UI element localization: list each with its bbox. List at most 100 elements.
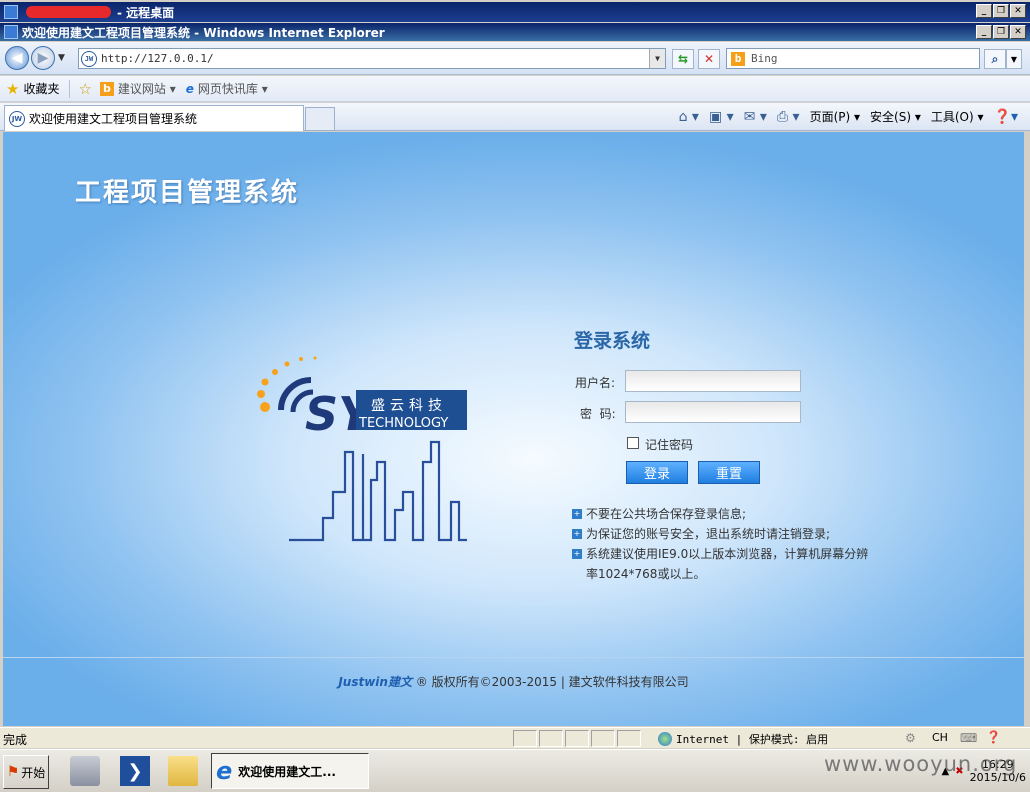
url-dropdown-icon[interactable]: ▼ [649, 49, 665, 68]
list-item: + 不要在公共场合保存登录信息; [572, 507, 747, 521]
history-dropdown-icon[interactable]: ▼ [58, 53, 65, 63]
remote-desktop-icon [4, 5, 18, 19]
list-item-continued: 率1024*768或以上。 [586, 567, 706, 581]
remember-password-checkbox[interactable] [627, 437, 639, 449]
login-title: 登录系统 [574, 330, 651, 352]
task-ie-window[interactable]: e 欢迎使用建文工... [211, 753, 369, 789]
url-field[interactable]: JW http://127.0.0.1/ ▼ [78, 48, 666, 69]
divider [69, 79, 71, 98]
username-field[interactable] [625, 370, 801, 392]
status-text: 完成 [3, 733, 28, 747]
ie-titlebar: 欢迎使用建文工程项目管理系统 - Windows Internet Explor… [0, 23, 1030, 41]
suggested-sites-link[interactable]: b 建议网站 ▾ [99, 80, 176, 97]
windows-flag-icon: ⚑ [6, 764, 20, 780]
tab-label: 欢迎使用建文工程项目管理系统 [29, 112, 198, 126]
mail-icon[interactable]: ✉ ▾ [744, 109, 767, 125]
safety-menu[interactable]: 安全(S) ▾ [870, 108, 921, 125]
password-field[interactable] [625, 401, 801, 423]
watermark: www.wooyun.org [824, 752, 1018, 776]
page-content: 工程项目管理系统 SY 盛云科技 TECHNOLOGY 登录系统 用户名: 密 … [3, 132, 1024, 726]
zone-text: Internet | 保护模式: 启用 [676, 733, 829, 746]
page-footer: Justwin建文 ® 版权所有©2003-2015 | 建文软件科技有限公司 [3, 673, 1024, 690]
favorites-label: 收藏夹 [23, 82, 60, 96]
page-menu[interactable]: 页面(P) ▾ [810, 108, 860, 125]
refresh-button[interactable]: ⇆ [672, 49, 694, 69]
logo-company-en: TECHNOLOGY [358, 416, 448, 431]
home-icon[interactable]: ⌂ ▾ [679, 109, 699, 125]
system-title: 工程项目管理系统 [75, 178, 300, 208]
restore-button[interactable]: ❐ [993, 4, 1009, 18]
tools-menu[interactable]: 工具(O) ▾ [931, 108, 984, 125]
feeds-icon[interactable]: ▣ ▾ [709, 109, 734, 125]
back-arrow-icon: ◀ [11, 50, 23, 66]
ie-window-title: 欢迎使用建文工程项目管理系统 - Windows Internet Explor… [22, 25, 385, 40]
help-icon[interactable]: ❓▾ [994, 109, 1018, 125]
powershell-icon[interactable]: ❯ [120, 756, 150, 786]
list-item: + 为保证您的账号安全，退出系统时请注销登录; [572, 527, 831, 541]
tools-small-icon[interactable]: ⚙ [905, 731, 916, 745]
favorites-bar: ★ 收藏夹 ☆ b 建议网站 ▾ e 网页快讯库 ▾ [0, 76, 1030, 102]
minimize-button[interactable]: _ [976, 4, 992, 18]
remote-desktop-titlebar: - 远程桌面 _ ❐ ✕ [0, 2, 1030, 22]
add-favorite-icon[interactable]: ☆ [78, 80, 91, 98]
site-favicon-icon: JW [9, 110, 25, 127]
list-item: + 系统建议使用IE9.0以上版本浏览器，计算机屏幕分辨 [572, 547, 869, 561]
site-favicon-icon: JW [81, 50, 97, 67]
print-icon[interactable]: ⎙ ▾ [777, 109, 800, 125]
help-icon[interactable]: ❓ [986, 730, 1001, 744]
status-cell [513, 730, 537, 747]
search-button[interactable]: ⌕ [984, 49, 1006, 69]
back-button[interactable]: ◀ [5, 46, 29, 70]
minimize-button[interactable]: _ [976, 25, 992, 39]
login-tips: + 不要在公共场合保存登录信息; + 为保证您的账号安全，退出系统时请注销登录; +… [572, 504, 882, 584]
start-label: 开始 [21, 765, 46, 780]
ie-window-controls: _ ❐ ✕ [976, 25, 1026, 39]
status-cell [617, 730, 641, 747]
close-button[interactable]: ✕ [1010, 25, 1026, 39]
status-cell [539, 730, 563, 747]
status-bar: 完成 Internet | 保护模式: 启用 ⚙ CH ⌨ ❓ [0, 727, 1030, 748]
logo-graphic: SY 盛云科技 TECHNOLOGY [257, 356, 467, 542]
url-text: http://127.0.0.1/ [101, 52, 214, 65]
restore-button[interactable]: ❐ [993, 25, 1009, 39]
password-label: 密 码: [580, 407, 616, 421]
security-zone[interactable]: Internet | 保护模式: 启用 [658, 731, 828, 747]
language-indicator[interactable]: CH [932, 731, 948, 744]
explorer-folder-icon[interactable] [168, 756, 198, 786]
bing-icon: b [99, 81, 114, 96]
reset-button[interactable]: 重置 [698, 461, 760, 484]
server-manager-icon[interactable] [70, 756, 100, 786]
bullet-plus-icon: + [572, 549, 582, 559]
start-button[interactable]: ⚑ 开始 [3, 755, 49, 789]
login-button[interactable]: 登录 [626, 461, 688, 484]
bing-icon: b [731, 51, 745, 66]
remember-password-label: 记住密码 [645, 438, 694, 452]
forward-arrow-icon: ▶ [37, 50, 49, 66]
command-buttons: ⌂ ▾ ▣ ▾ ✉ ▾ ⎙ ▾ 页面(P) ▾ 安全(S) ▾ 工具(O) ▾ … [679, 108, 1018, 125]
city-skyline-icon [289, 440, 467, 542]
bullet-plus-icon: + [572, 529, 582, 539]
search-options-icon[interactable]: ▼ [1006, 49, 1022, 69]
footer-divider [3, 657, 1024, 658]
remote-window-controls: _ ❐ ✕ [976, 4, 1026, 18]
username-label: 用户名: [575, 376, 616, 390]
stop-button[interactable]: ✕ [698, 49, 720, 69]
ie-page-icon: e [185, 81, 194, 96]
favorites-button[interactable]: ★ 收藏夹 [6, 80, 59, 98]
new-tab-button[interactable] [305, 107, 335, 131]
suggested-sites-label: 建议网站 ▾ [117, 82, 176, 96]
command-bar: JW 欢迎使用建文工程项目管理系统 ⌂ ▾ ▣ ▾ ✉ ▾ ⎙ ▾ 页面(P) … [0, 103, 1030, 131]
keyboard-icon[interactable]: ⌨ [960, 731, 977, 745]
web-slice-gallery-link[interactable]: e 网页快讯库 ▾ [186, 80, 268, 97]
close-button[interactable]: ✕ [1010, 4, 1026, 18]
address-toolbar: ◀ ▶ ▼ JW http://127.0.0.1/ ▼ ⇆ ✕ b Bing … [0, 42, 1030, 75]
remote-desktop-title: - 远程桌面 [117, 5, 175, 20]
tab-active[interactable]: JW 欢迎使用建文工程项目管理系统 [4, 105, 304, 131]
search-input[interactable]: b Bing [726, 48, 980, 69]
status-cell [565, 730, 589, 747]
internet-globe-icon [658, 732, 672, 746]
web-slice-gallery-label: 网页快讯库 ▾ [197, 82, 268, 96]
redacted-host [26, 6, 111, 18]
footer-brand: Justwin建文 [338, 675, 412, 689]
forward-button[interactable]: ▶ [31, 46, 55, 70]
